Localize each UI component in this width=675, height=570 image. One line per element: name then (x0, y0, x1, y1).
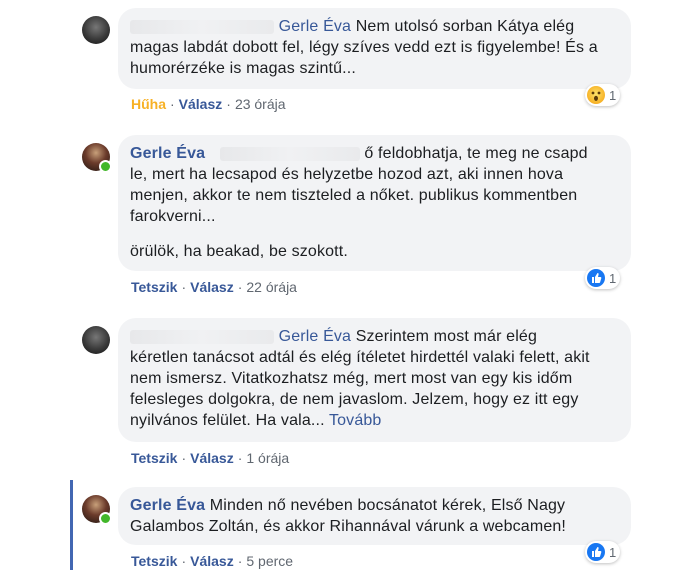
like-icon (587, 543, 605, 561)
comment-actions: Tetszik · Válasz · 5 perce (131, 553, 293, 569)
tagged-user-link[interactable]: Gerle Éva (279, 328, 352, 345)
online-status-dot (99, 512, 112, 525)
comment-text: Szerintem most már elég (351, 328, 537, 345)
like-button[interactable]: Tetszik (131, 450, 177, 466)
separator: · (237, 450, 243, 466)
avatar[interactable] (82, 326, 110, 354)
timestamp[interactable]: 5 perce (246, 553, 293, 569)
comment-bubble: Gerle Éva Szerintem most már elég kéretl… (118, 318, 631, 442)
reaction-count-badge[interactable]: 1 (585, 267, 621, 289)
comment-author-link[interactable]: Gerle Éva (130, 145, 205, 162)
comment-bubble: Gerle Éva Nem utolsó sorban Kátya elég m… (118, 8, 631, 89)
comment-actions: Hűha · Válasz · 23 órája (131, 96, 286, 112)
see-more-link[interactable]: Tovább (329, 412, 382, 429)
reaction-count-badge[interactable]: 1 (585, 541, 621, 563)
comment-actions: Tetszik · Válasz · 1 órája (131, 450, 289, 466)
separator: · (181, 450, 187, 466)
timestamp[interactable]: 22 órája (246, 279, 297, 295)
like-button[interactable]: Tetszik (131, 553, 177, 569)
wow-icon (587, 86, 605, 104)
comment-text-continued: magas labdát dobott fel, légy szíves ved… (130, 39, 598, 77)
reaction-count: 1 (609, 270, 617, 286)
separator: · (181, 553, 187, 569)
tagged-user-link[interactable]: Gerle Éva (279, 18, 352, 35)
avatar[interactable] (82, 16, 110, 44)
new-comment-highlight-bar (70, 480, 73, 570)
reaction-count: 1 (609, 87, 617, 103)
reaction-count: 1 (609, 544, 617, 560)
reaction-count-badge[interactable]: 1 (585, 84, 621, 106)
separator: · (237, 553, 243, 569)
separator: · (226, 96, 231, 112)
like-button[interactable]: Tetszik (131, 279, 177, 295)
timestamp[interactable]: 23 órája (235, 96, 286, 112)
comment-bubble: Gerle Éva Minden nő nevében bocsánatot k… (118, 487, 631, 545)
redacted-tagged-name (219, 146, 360, 161)
like-icon (587, 269, 605, 287)
comment-actions: Tetszik · Válasz · 22 órája (131, 279, 297, 295)
comment-author-link[interactable]: Gerle Éva (130, 497, 205, 514)
reply-button[interactable]: Válasz (190, 553, 234, 569)
reply-button[interactable]: Válasz (179, 96, 223, 112)
separator: · (170, 96, 175, 112)
separator: · (181, 279, 187, 295)
comment-text: Nem utolsó sorban Kátya elég (351, 18, 575, 35)
comment-text: ő feldobhatja, te meg ne csapd (364, 145, 588, 162)
reply-button[interactable]: Válasz (190, 279, 234, 295)
comment-text-continued: le, mert ha lecsapod és helyzetbe hozod … (130, 166, 578, 225)
reply-button[interactable]: Válasz (190, 450, 234, 466)
comment-text-paragraph: örülök, ha beakad, be szokott. (130, 243, 348, 260)
redacted-author-name (130, 329, 274, 344)
redacted-author-name (130, 19, 274, 34)
online-status-dot (99, 160, 112, 173)
reaction-button[interactable]: Hűha (131, 96, 166, 112)
separator: · (237, 279, 243, 295)
timestamp[interactable]: 1 órája (246, 450, 289, 466)
comment-bubble: Gerle Éva ő feldobhatja, te meg ne csapd… (118, 135, 631, 271)
